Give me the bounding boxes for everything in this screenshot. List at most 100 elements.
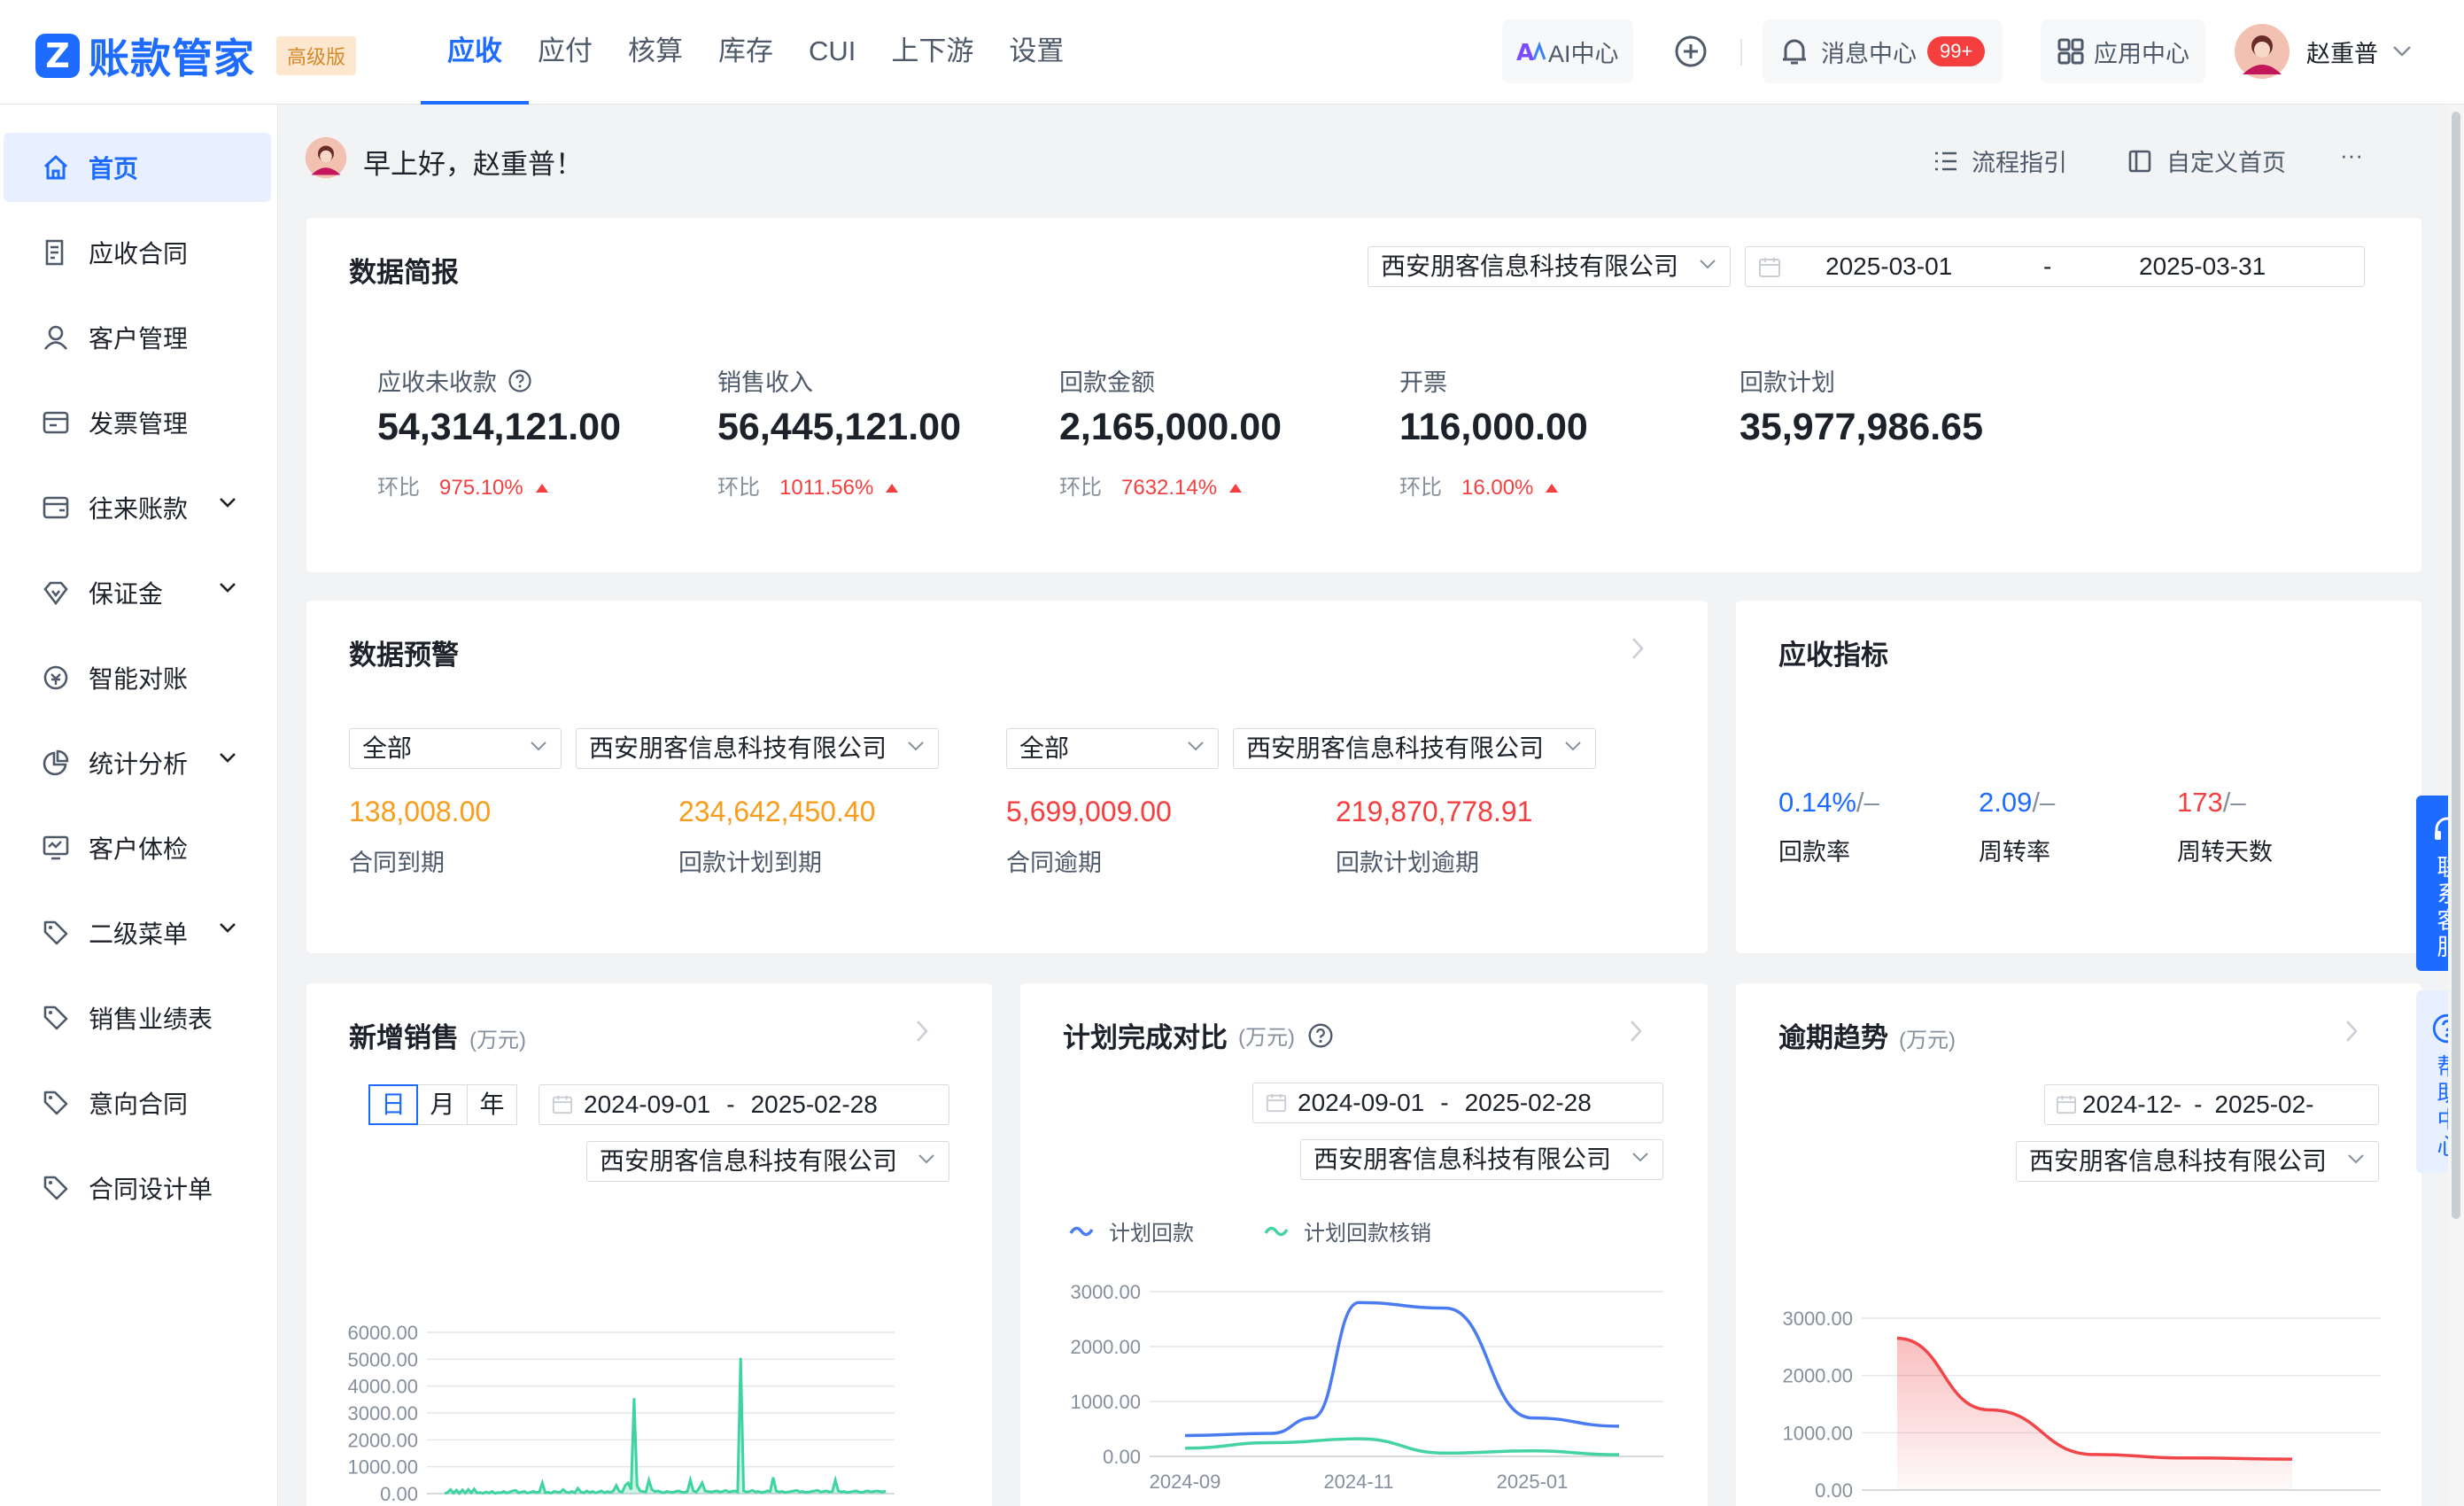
arrow-up-icon: [535, 484, 548, 493]
user-menu[interactable]: 赵重普: [2234, 18, 2412, 85]
writeoff-line: [1184, 1437, 1620, 1456]
sidebar-item-reconcile[interactable]: 智能对账: [4, 643, 271, 712]
warning-value[interactable]: 5,699,009.00: [1006, 796, 1172, 828]
kpi-change: 环比 16.00%: [1399, 470, 1560, 501]
chevron-right-icon[interactable]: [1628, 1019, 1644, 1044]
indicator-value: 2.09/–: [1979, 787, 2055, 819]
sidebar-item-submenu[interactable]: 二级菜单: [4, 898, 271, 967]
warning-filter-select-2[interactable]: 全部: [1006, 728, 1219, 769]
add-button[interactable]: [1673, 18, 1709, 85]
indicator-suffix: /–: [2032, 787, 2056, 818]
arrow-up-icon: [886, 484, 899, 493]
more-button[interactable]: ···: [2340, 142, 2363, 169]
sidebar-item-checkup[interactable]: 客户体检: [4, 813, 271, 882]
tab-day[interactable]: 日: [368, 1084, 418, 1125]
app-logo[interactable]: Z 账款管家 高级版: [35, 27, 357, 85]
kpi-change: 环比 975.10%: [377, 470, 550, 501]
greeting-avatar: [305, 136, 347, 179]
sidebar-item-sales-report[interactable]: 销售业绩表: [4, 983, 271, 1052]
date-separator: -: [1440, 1089, 1449, 1116]
sidebar-item-label: 首页: [89, 155, 139, 182]
scrollbar-thumb[interactable]: [2452, 112, 2460, 1219]
tab-month[interactable]: 月: [418, 1084, 468, 1125]
sidebar-item-deposit[interactable]: 保证金: [4, 558, 271, 627]
indicator-value: 0.14%/–: [1778, 787, 1879, 819]
chevron-right-icon[interactable]: [1630, 636, 1646, 661]
y-tick-label: 1000.00: [1070, 1391, 1141, 1413]
indicator-label: 周转率: [1979, 839, 2050, 866]
sidebar-item-contract-design[interactable]: 合同设计单: [4, 1153, 271, 1223]
sales-date-range[interactable]: 2024-09-01-2025-02-28: [539, 1084, 949, 1125]
warning-value[interactable]: 138,008.00: [349, 796, 491, 828]
company-value: 西安朋客信息科技有限公司: [1246, 734, 1545, 762]
customize-home-button[interactable]: 自定义首页: [2127, 144, 2286, 178]
sidebar-item-accounts[interactable]: 往来账款: [4, 473, 271, 542]
nav-inventory[interactable]: 库存: [718, 0, 773, 105]
warning-value[interactable]: 234,642,450.40: [678, 796, 875, 828]
sidebar-item-customers[interactable]: 客户管理: [4, 303, 271, 372]
sidebar-item-label: 保证金: [89, 580, 164, 608]
sales-company-select[interactable]: 西安朋客信息科技有限公司: [586, 1141, 949, 1182]
app-center-button[interactable]: 应用中心: [2041, 18, 2205, 85]
layout-icon: [2128, 150, 2151, 172]
plan-card: 计划完成对比 (万元) 2024-09-01-2025-02-28 西安朋客信息科…: [1020, 983, 1708, 1506]
company-value: 西安朋客信息科技有限公司: [1313, 1145, 1612, 1173]
sales-card: 新增销售 (万元) 日 月 年 2024-09-01-2025-02-28 西安朋…: [306, 983, 992, 1506]
filter-value: 全部: [1019, 734, 1070, 762]
warning-company-select-1[interactable]: 西安朋客信息科技有限公司: [576, 728, 939, 769]
overdue-title: 逾期趋势 (万元): [1778, 1015, 1956, 1055]
tab-year[interactable]: 年: [468, 1084, 517, 1125]
warning-value[interactable]: 219,870,778.91: [1336, 796, 1532, 828]
nav-payable[interactable]: 应付: [538, 0, 593, 105]
process-guide-button[interactable]: 流程指引: [1933, 144, 2067, 178]
kpi-label: 回款计划: [1740, 369, 1835, 396]
summary-company-select[interactable]: 西安朋客信息科技有限公司: [1368, 246, 1731, 287]
checkup-icon: [41, 833, 71, 863]
plan-line: [1184, 1300, 1620, 1438]
nav-settings[interactable]: 设置: [1009, 0, 1064, 105]
plan-legend: 计划回款 计划回款核销: [1068, 1215, 1431, 1246]
x-tick-label: 2024-09: [1150, 1471, 1221, 1493]
sidebar-item-invoices[interactable]: 发票管理: [4, 388, 271, 457]
chevron-down-icon: [908, 741, 924, 751]
greeting-text: 早上好，赵重普！: [363, 149, 583, 180]
reconcile-icon: [41, 663, 71, 693]
y-tick-label: 3000.00: [1070, 1281, 1141, 1303]
help-icon[interactable]: [1307, 1022, 1334, 1049]
indicator-number: 0.14%: [1778, 787, 1856, 818]
ai-center-button[interactable]: A AI中心: [1502, 18, 1633, 85]
title-text: 计划完成对比: [1063, 1022, 1228, 1053]
ai-label: AI中心: [1548, 40, 1619, 67]
warning-label: 合同逾期: [1006, 850, 1102, 876]
sidebar-item-contracts[interactable]: 应收合同: [4, 218, 271, 287]
date-end: 2025-02-: [2214, 1091, 2314, 1118]
plan-date-range[interactable]: 2024-09-01-2025-02-28: [1252, 1083, 1663, 1123]
nav-receivable[interactable]: 应收: [421, 0, 529, 105]
message-center-button[interactable]: 消息中心 99+: [1763, 18, 2003, 85]
plan-company-select[interactable]: 西安朋客信息科技有限公司: [1300, 1139, 1663, 1180]
kpi-change: 环比 1011.56%: [717, 470, 900, 501]
sidebar-item-statistics[interactable]: 统计分析: [4, 728, 271, 797]
message-count-badge: 99+: [1927, 36, 1986, 66]
page-scrollbar[interactable]: [2448, 105, 2464, 1506]
overdue-company-select[interactable]: 西安朋客信息科技有限公司: [2016, 1141, 2379, 1182]
chevron-right-icon[interactable]: [914, 1019, 930, 1044]
sidebar-item-home[interactable]: 首页: [4, 133, 271, 202]
nav-accounting[interactable]: 核算: [628, 0, 683, 105]
help-icon[interactable]: [508, 369, 532, 393]
nav-supply-chain[interactable]: 上下游: [891, 0, 973, 105]
grid-icon: [2057, 38, 2084, 65]
warning-company-select-2[interactable]: 西安朋客信息科技有限公司: [1233, 728, 1596, 769]
summary-date-range[interactable]: 2025-03-01 - 2025-03-31: [1745, 246, 2365, 287]
chevron-right-icon[interactable]: [2344, 1019, 2359, 1044]
overdue-date-range[interactable]: 2024-12- -2025-02-: [2044, 1084, 2379, 1125]
nav-cui[interactable]: CUI: [809, 0, 856, 105]
x-tick-label: 2025-01: [1497, 1471, 1569, 1493]
diamond-icon: [41, 578, 71, 608]
sidebar-item-intent-contracts[interactable]: 意向合同: [4, 1068, 271, 1137]
warning-filter-select-1[interactable]: 全部: [349, 728, 562, 769]
tag-icon: [41, 1088, 71, 1118]
message-label: 消息中心: [1821, 40, 1917, 67]
kpi-label-text: 应收未收款: [377, 369, 497, 396]
kpi-label: 应收未收款: [377, 363, 532, 398]
